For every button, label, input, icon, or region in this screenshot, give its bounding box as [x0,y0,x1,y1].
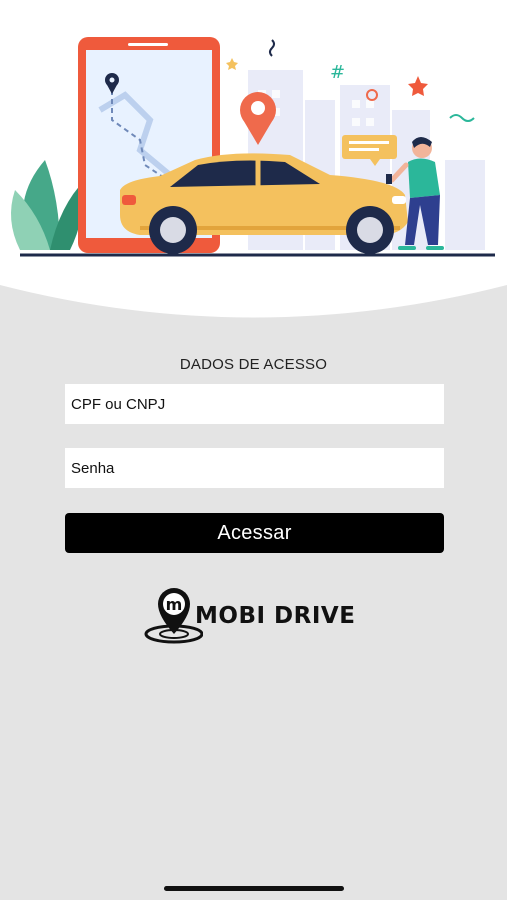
hero-illustration: # [0,0,507,330]
logo-pin-icon: m [144,588,203,644]
car-wheel [149,206,197,254]
brand-name: MOBI DRIVE [195,603,356,629]
brand-logo: m MOBI DRIVE [143,585,373,647]
cpf-cnpj-placeholder: CPF ou CNPJ [71,395,166,413]
car-wheel [346,206,394,254]
logo-mark: m [166,595,183,614]
login-button[interactable]: Acessar [65,513,444,553]
ride-hailing-illustration: # [0,0,507,318]
hashtag-icon: # [330,62,345,83]
cpf-cnpj-input[interactable]: CPF ou CNPJ [65,384,444,424]
password-placeholder: Senha [71,459,115,477]
password-input[interactable]: Senha [65,448,444,488]
home-indicator[interactable] [164,886,344,891]
login-button-label: Acessar [217,521,292,544]
form-title: DADOS DE ACESSO [179,356,328,373]
